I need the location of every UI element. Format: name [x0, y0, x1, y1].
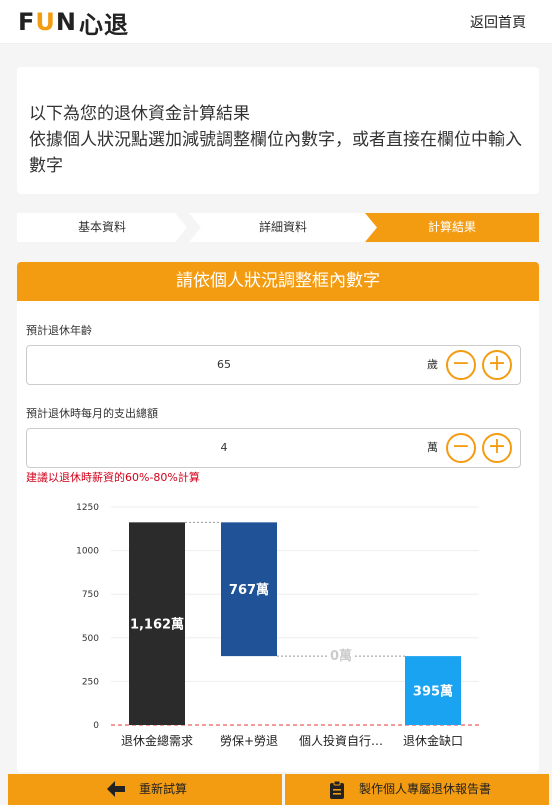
logo-text: 心退 [79, 10, 129, 39]
y-tick-label: 500 [82, 634, 99, 644]
monthly-expense-input[interactable]: 4 [27, 429, 421, 467]
data-label: 0萬 [330, 648, 352, 664]
retirement-waterfall-chart: 0 250 500 750 1000 1250 1,162萬退休金總需求 767萬勞保+勞退 0… [76, 503, 479, 748]
intro-line-2: 依據個人狀況點選加減號調整欄位內數字，或者直接在欄位中輸入數字 [29, 130, 522, 176]
y-tick-label: 0 [93, 721, 99, 731]
top-bar: F U N 心退 返回首頁 [0, 0, 552, 44]
back-home-link[interactable]: 返回首頁 [470, 12, 526, 32]
y-tick-label: 750 [82, 590, 99, 600]
retire-age-label: 預計退休年齡 [26, 324, 92, 337]
x-tick-label: 個人投資自行… [299, 733, 383, 748]
retire-age-field: 65 歲 − + [26, 345, 521, 385]
recalculate-button[interactable]: 重新試算 [8, 774, 282, 805]
logo-letter-f: F [18, 8, 36, 36]
brand-logo[interactable]: F U N 心退 [18, 6, 129, 39]
logo-letter-n: N [55, 8, 77, 36]
intro-panel: 以下為您的退休資金計算結果 依據個人狀況點選加減號調整欄位內數字，或者直接在欄位… [17, 67, 539, 194]
adjust-card: 請依個人狀況調整框內數字 預計退休年齡 65 歲 − + 預計退休時每月的支出總… [17, 262, 539, 772]
retire-age-plus-button[interactable]: + [482, 350, 512, 380]
y-tick-label: 250 [82, 677, 99, 687]
x-tick-label: 退休金缺口 [403, 733, 463, 748]
back-arrow-icon [107, 781, 125, 797]
step-basic-info: 基本資料 [17, 213, 187, 242]
monthly-expense-field: 4 萬 − + [26, 428, 521, 468]
retire-age-minus-button[interactable]: − [446, 350, 476, 380]
step-progress: 基本資料 詳細資料 計算結果 [17, 213, 539, 242]
retire-age-input[interactable]: 65 [27, 346, 421, 384]
make-report-label: 製作個人專屬退休報告書 [359, 782, 492, 796]
recalculate-label: 重新試算 [139, 782, 188, 796]
make-report-button[interactable]: 製作個人專屬退休報告書 [285, 774, 549, 805]
bottom-actions: 重新試算 製作個人專屬退休報告書 [0, 774, 552, 805]
step-detail-info: 詳細資料 [189, 213, 377, 242]
logo-letter-u: U [35, 8, 56, 36]
x-tick-label: 退休金總需求 [121, 733, 193, 748]
intro-line-1: 以下為您的退休資金計算結果 [29, 104, 250, 124]
retire-age-unit: 歲 [427, 358, 438, 371]
monthly-expense-label: 預計退休時每月的支出總額 [26, 407, 158, 420]
x-tick-label: 勞保+勞退 [220, 734, 278, 748]
data-label: 395萬 [413, 684, 453, 700]
data-label: 767萬 [229, 582, 269, 598]
card-title: 請依個人狀況調整框內數字 [17, 262, 539, 301]
monthly-expense-unit: 萬 [427, 441, 438, 454]
clipboard-icon [330, 780, 344, 799]
data-label: 1,162萬 [130, 617, 184, 633]
y-tick-label: 1000 [76, 547, 99, 557]
monthly-expense-plus-button[interactable]: + [482, 433, 512, 463]
salary-hint: 建議以退休時薪資的60%-80%計算 [26, 471, 200, 484]
monthly-expense-minus-button[interactable]: − [446, 433, 476, 463]
step-result: 計算結果 [365, 213, 539, 242]
y-tick-label: 1250 [76, 503, 99, 513]
